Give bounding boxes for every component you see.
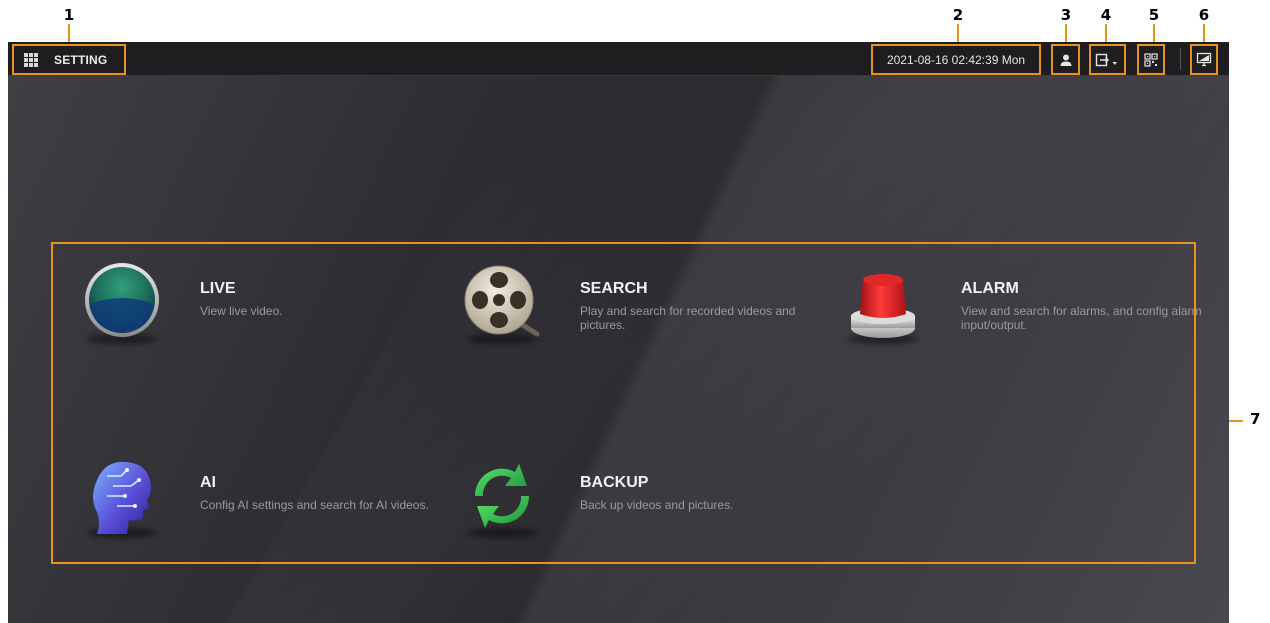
highlight-box-7	[51, 242, 1196, 564]
highlight-box-5	[1137, 44, 1165, 75]
callout-line-4	[1105, 24, 1107, 44]
highlight-box-3	[1051, 44, 1080, 75]
callout-7: 7	[1250, 410, 1261, 428]
callout-5: 5	[1148, 6, 1160, 24]
main-screen: SETTING 2021-08-16 02:42:39 Mon LIVE Vie…	[8, 42, 1229, 623]
top-bar: SETTING 2021-08-16 02:42:39 Mon	[8, 42, 1229, 76]
callout-6: 6	[1198, 6, 1210, 24]
highlight-box-1	[12, 44, 126, 75]
callout-3: 3	[1060, 6, 1072, 24]
callout-line-1	[68, 24, 70, 44]
highlight-box-2	[871, 44, 1041, 75]
callout-line-2	[957, 24, 959, 44]
highlight-box-4	[1089, 44, 1126, 75]
page: 1 2 3 4 5 6 7 SETTING 2021-08-16 02:42:3…	[0, 0, 1270, 623]
callout-2: 2	[952, 6, 964, 24]
callout-line-5	[1153, 24, 1155, 44]
toolbar-separator	[1180, 48, 1181, 70]
callout-line-3	[1065, 24, 1067, 44]
callout-4: 4	[1100, 6, 1112, 24]
callout-line-6	[1203, 24, 1205, 44]
highlight-box-6	[1190, 44, 1218, 75]
callout-1: 1	[63, 6, 75, 24]
